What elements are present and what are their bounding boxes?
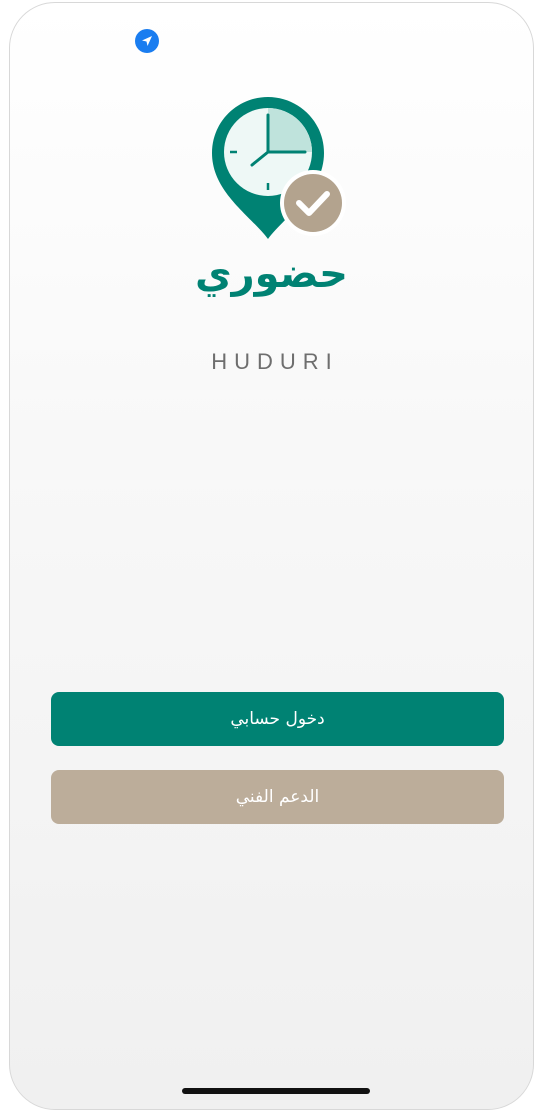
brand-name-latin: HUDURI: [211, 349, 339, 374]
support-button[interactable]: الدعم الفني: [51, 770, 504, 824]
login-button-label: دخول حسابي: [230, 709, 325, 729]
support-button-label: الدعم الفني: [235, 787, 320, 807]
location-arrow-icon: [135, 29, 159, 53]
app-screen: حضوري HUDURI دخول حسابي الدعم الفني: [9, 2, 534, 1110]
home-indicator[interactable]: [182, 1088, 370, 1094]
login-button[interactable]: دخول حسابي: [51, 692, 504, 746]
brand-name-arabic: حضوري: [194, 251, 348, 297]
location-pin-clock-check-icon: [210, 97, 350, 242]
